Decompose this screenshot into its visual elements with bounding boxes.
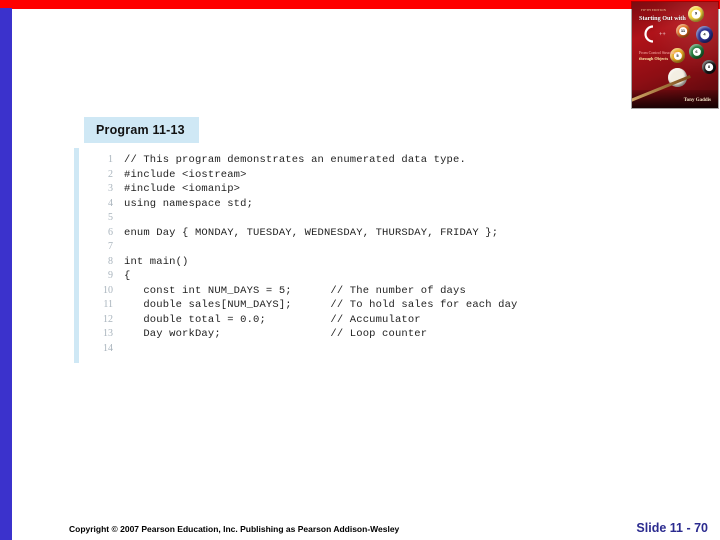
code-line: 4 using namespace std;	[79, 198, 594, 213]
code-line: 1 // This program demonstrates an enumera…	[79, 154, 594, 169]
cpp-logo-icon: ++	[644, 25, 666, 43]
svg-text:++: ++	[659, 32, 666, 38]
code-line-number: 10	[103, 284, 113, 296]
code-line: 11 double sales[NUM_DAYS]; // To hold sa…	[79, 299, 594, 314]
book-author: Tony Gaddis	[683, 98, 711, 103]
code-line-text: Day workDay; // Loop counter	[124, 328, 428, 340]
billiard-ball-6: 6	[689, 44, 704, 59]
code-line-text: // This program demonstrates an enumerat…	[124, 154, 466, 166]
code-line-number: 1	[108, 154, 113, 165]
code-line: 13 Day workDay; // Loop counter	[79, 328, 594, 343]
code-line: 9{	[79, 270, 594, 285]
code-line-number: 4	[108, 197, 113, 209]
code-line-text: #include <iomanip>	[124, 183, 241, 195]
program-header-label: Program 11-13	[84, 117, 199, 143]
billiard-ball-8: 8	[702, 60, 716, 74]
billiard-ball-6-label: 6	[692, 47, 701, 56]
billiard-ball-11: 11	[676, 24, 690, 38]
code-line-number: 14	[103, 342, 113, 354]
code-line-number: 12	[103, 313, 113, 325]
code-line-text: const int NUM_DAYS = 5; // The number of…	[124, 284, 466, 297]
code-line-text: {	[124, 270, 131, 282]
code-line-number: 6	[108, 226, 113, 238]
code-lines-container: 1 // This program demonstrates an enumera…	[79, 148, 594, 363]
billiard-ball-9: 9	[688, 6, 704, 22]
book-title: Starting Out with	[639, 15, 686, 22]
code-line-number: 7	[108, 241, 113, 252]
code-line-text: double total = 0.0; // Accumulator	[124, 313, 421, 326]
code-line: 12 double total = 0.0; // Accumulator	[79, 314, 594, 329]
code-line: 2 #include <iostream>	[79, 169, 594, 184]
program-listing-figure: Program 11-13 1 // This program demonstra…	[74, 117, 594, 363]
code-line: 10 const int NUM_DAYS = 5; // The number…	[79, 285, 594, 300]
code-line: 14	[79, 343, 594, 358]
code-line-number: 8	[108, 255, 113, 267]
presentation-slide: 9 11 4 6 5 8 FIFTH EDITION Starting Out …	[0, 0, 720, 540]
code-line-text: int main()	[124, 255, 189, 268]
book-cover-image: 9 11 4 6 5 8 FIFTH EDITION Starting Out …	[632, 2, 718, 108]
code-line: 5	[79, 212, 594, 227]
code-line-number: 13	[103, 328, 113, 339]
billiard-ball-11-label: 11	[679, 27, 687, 35]
book-edition-label: FIFTH EDITION	[641, 8, 667, 12]
code-line: 3 #include <iomanip>	[79, 183, 594, 198]
slide-number: Slide 11 - 70	[636, 521, 708, 535]
book-subtitle-line-2: through Objects	[639, 56, 669, 61]
code-line-number: 2	[108, 168, 113, 180]
code-line-number: 11	[103, 299, 113, 310]
billiard-ball-4: 4	[696, 26, 713, 43]
book-subtitle-line-1: From Control Structures	[639, 50, 679, 55]
billiard-ball-4-label: 4	[699, 29, 710, 40]
code-line: 7	[79, 241, 594, 256]
code-line-number: 9	[108, 270, 113, 281]
code-line-text: enum Day { MONDAY, TUESDAY, WEDNESDAY, T…	[124, 226, 499, 239]
code-block: 1 // This program demonstrates an enumera…	[74, 148, 594, 363]
code-line-text: using namespace std;	[124, 197, 254, 210]
code-line: 6 enum Day { MONDAY, TUESDAY, WEDNESDAY, …	[79, 227, 594, 242]
code-line-number: 5	[108, 212, 113, 223]
top-accent-bar	[0, 0, 720, 9]
billiard-ball-8-label: 8	[705, 63, 713, 71]
code-line: 8 int main()	[79, 256, 594, 271]
code-line-text: double sales[NUM_DAYS]; // To hold sales…	[124, 299, 518, 311]
code-line-text: #include <iostream>	[124, 168, 247, 181]
left-accent-bar	[0, 8, 12, 540]
billiard-ball-9-label: 9	[691, 9, 701, 19]
copyright-text: Copyright © 2007 Pearson Education, Inc.…	[69, 524, 400, 534]
code-line-number: 3	[108, 183, 113, 194]
